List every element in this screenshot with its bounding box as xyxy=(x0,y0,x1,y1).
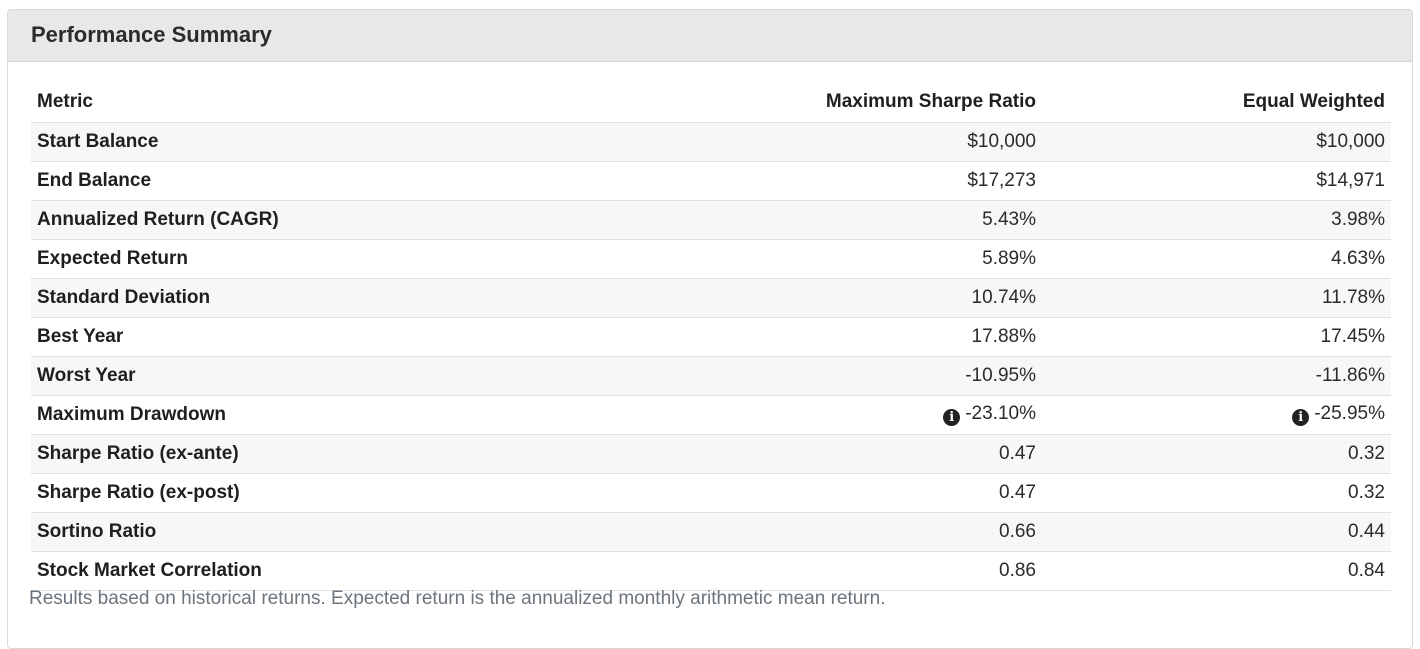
table-row: Best Year 17.88% 17.45% xyxy=(31,316,1391,356)
equal-weighted-value: 17.45% xyxy=(1042,316,1391,356)
metric-label: Sharpe Ratio (ex-ante) xyxy=(31,433,483,473)
table-row: Stock Market Correlation 0.86 0.84 xyxy=(31,550,1391,591)
equal-weighted-value: 3.98% xyxy=(1042,199,1391,239)
table-row: End Balance $17,273 $14,971 xyxy=(31,160,1391,200)
max-sharpe-value: 0.86 xyxy=(483,550,1042,591)
table-row: Sharpe Ratio (ex-ante) 0.47 0.32 xyxy=(31,433,1391,473)
table-row: Expected Return 5.89% 4.63% xyxy=(31,238,1391,278)
column-header-max-sharpe: Maximum Sharpe Ratio xyxy=(825,91,1036,113)
equal-weighted-value: $14,971 xyxy=(1042,160,1391,200)
metric-label: Stock Market Correlation xyxy=(31,550,483,591)
max-sharpe-value: 10.74% xyxy=(483,277,1042,317)
equal-weighted-value: $10,000 xyxy=(1042,121,1391,161)
metric-label: End Balance xyxy=(31,160,483,200)
equal-weighted-value: -25.95% xyxy=(1314,403,1385,424)
max-sharpe-value: $10,000 xyxy=(483,121,1042,161)
max-sharpe-value: 5.89% xyxy=(483,238,1042,278)
table-row: Start Balance $10,000 $10,000 xyxy=(31,121,1391,161)
equal-weighted-value: 11.78% xyxy=(1042,277,1391,317)
max-sharpe-value: 5.43% xyxy=(483,199,1042,239)
performance-summary-panel: Performance Summary Metric Maximum Sharp… xyxy=(7,9,1413,649)
metric-label: Best Year xyxy=(31,316,483,356)
max-sharpe-value-cell: i -23.10% xyxy=(483,394,1042,434)
equal-weighted-value: 4.63% xyxy=(1042,238,1391,278)
table-header-row: Metric Maximum Sharpe Ratio Equal Weight… xyxy=(31,83,1391,122)
max-sharpe-value: 0.66 xyxy=(483,511,1042,551)
equal-weighted-value: 0.44 xyxy=(1042,511,1391,551)
column-header-metric: Metric xyxy=(37,91,93,113)
results-footnote: Results based on historical returns. Exp… xyxy=(29,588,886,609)
metric-label: Standard Deviation xyxy=(31,277,483,317)
metric-label: Sortino Ratio xyxy=(31,511,483,551)
info-circle-icon[interactable]: i xyxy=(943,409,961,426)
metric-label: Sharpe Ratio (ex-post) xyxy=(31,472,483,512)
table-row: Sortino Ratio 0.66 0.44 xyxy=(31,511,1391,551)
table-row: Worst Year -10.95% -11.86% xyxy=(31,355,1391,395)
panel-heading: Performance Summary xyxy=(8,10,1412,62)
metric-label: Worst Year xyxy=(31,355,483,395)
max-sharpe-value: -23.10% xyxy=(965,403,1036,424)
max-sharpe-value: 0.47 xyxy=(483,433,1042,473)
metric-label: Expected Return xyxy=(31,238,483,278)
table-row: Annualized Return (CAGR) 5.43% 3.98% xyxy=(31,199,1391,239)
equal-weighted-value: -11.86% xyxy=(1042,355,1391,395)
max-sharpe-value: $17,273 xyxy=(483,160,1042,200)
max-sharpe-value: 0.47 xyxy=(483,472,1042,512)
table-row: Standard Deviation 10.74% 11.78% xyxy=(31,277,1391,317)
metric-label: Maximum Drawdown xyxy=(31,394,483,434)
table-row: Sharpe Ratio (ex-post) 0.47 0.32 xyxy=(31,472,1391,512)
info-circle-icon[interactable]: i xyxy=(1292,409,1310,426)
performance-summary-table: Metric Maximum Sharpe Ratio Equal Weight… xyxy=(31,83,1391,591)
max-sharpe-value: 17.88% xyxy=(483,316,1042,356)
max-sharpe-value: -10.95% xyxy=(483,355,1042,395)
equal-weighted-value: 0.32 xyxy=(1042,433,1391,473)
table-row: Maximum Drawdown i -23.10% i -25.95% xyxy=(31,394,1391,434)
equal-weighted-value: 0.32 xyxy=(1042,472,1391,512)
panel-title: Performance Summary xyxy=(31,21,272,47)
equal-weighted-value: 0.84 xyxy=(1042,550,1391,591)
column-header-equal-weighted: Equal Weighted xyxy=(1242,91,1385,113)
metric-label: Start Balance xyxy=(31,121,483,161)
metric-label: Annualized Return (CAGR) xyxy=(31,199,483,239)
equal-weighted-value-cell: i -25.95% xyxy=(1042,394,1391,434)
